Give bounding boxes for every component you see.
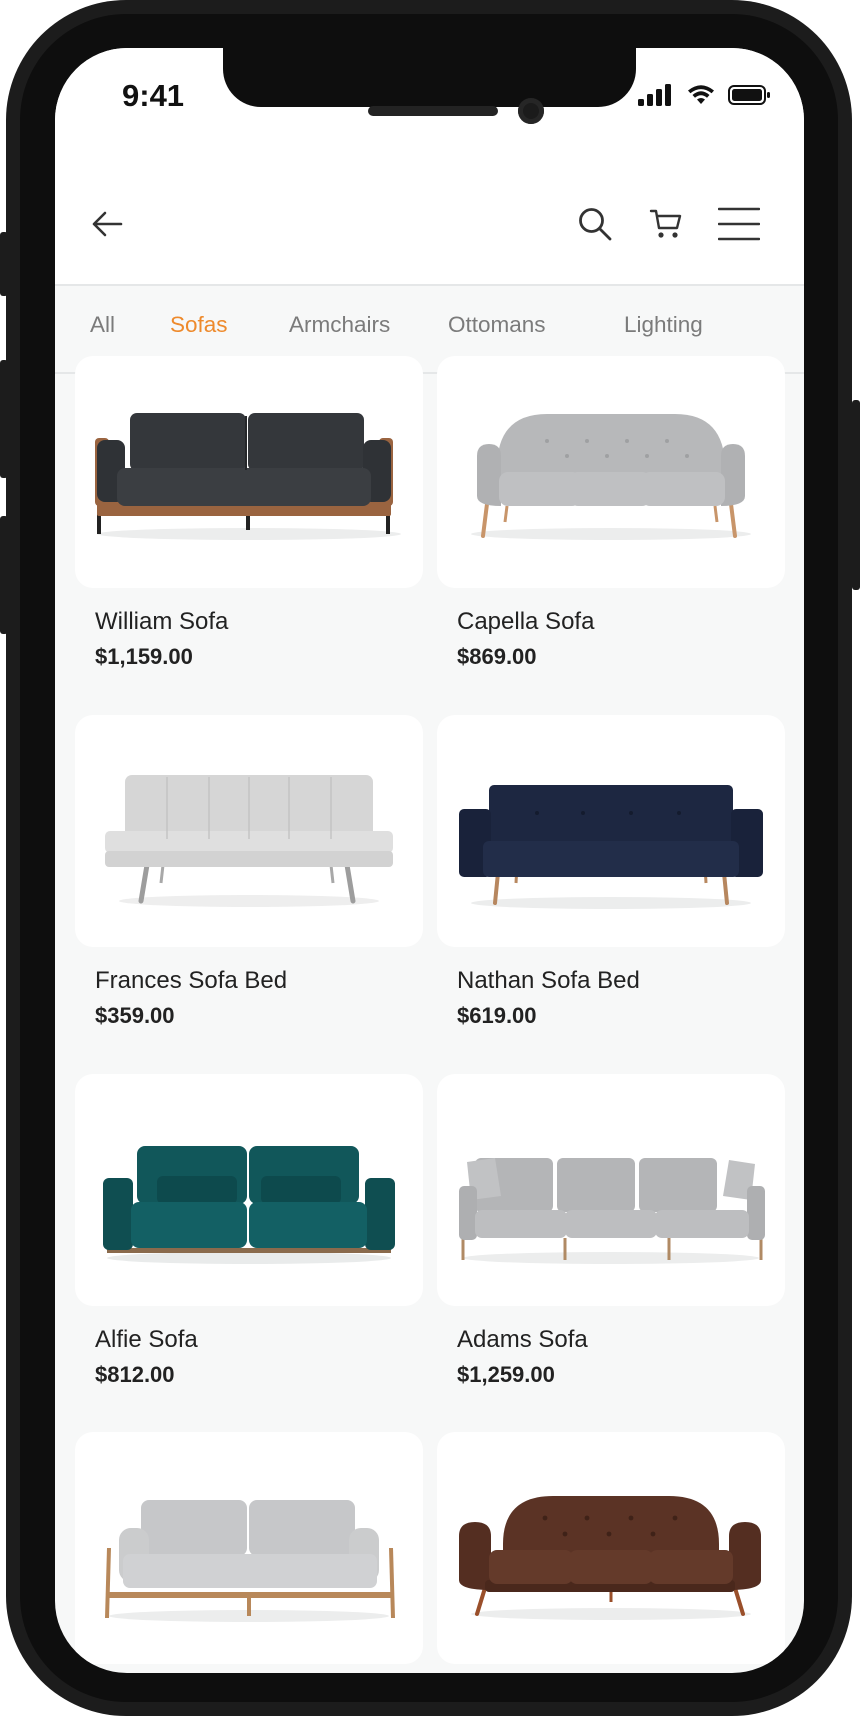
status-icons [638, 80, 770, 110]
battery-icon [728, 85, 770, 105]
status-time: 9:41 [122, 78, 185, 113]
product-card[interactable] [437, 1432, 785, 1673]
menu-button[interactable] [715, 200, 763, 248]
signal-icon [638, 84, 671, 106]
menu-icon [718, 207, 760, 241]
product-name[interactable]: Adams Sofa [457, 1326, 785, 1354]
search-button[interactable] [571, 200, 619, 248]
volume-up-button [0, 360, 8, 478]
product-card[interactable]: Adams Sofa $1,259.00 [437, 1074, 785, 1388]
product-image-white-sofa-bed[interactable] [75, 715, 423, 947]
tab-sofas[interactable]: Sofas [170, 312, 228, 338]
tab-all[interactable]: All [90, 312, 115, 338]
product-price: $619.00 [457, 1003, 537, 1028]
camera [518, 98, 544, 124]
tab-armchairs[interactable]: Armchairs [289, 312, 390, 338]
product-price: $812.00 [95, 1362, 175, 1387]
product-image-brown-leather-sofa[interactable] [437, 1432, 785, 1664]
mute-switch [0, 232, 8, 296]
cart-button[interactable] [642, 200, 690, 248]
product-card[interactable]: Nathan Sofa Bed $619.00 [437, 715, 785, 1029]
product-card[interactable]: Frances Sofa Bed $359.00 [75, 715, 423, 1029]
product-image-navy-sofa-bed[interactable] [437, 715, 785, 947]
speaker [368, 106, 498, 116]
power-button [852, 400, 860, 590]
product-name[interactable]: William Sofa [95, 608, 423, 636]
notch [223, 48, 636, 107]
product-image-teal-sofa[interactable] [75, 1074, 423, 1306]
product-image-charcoal-sofa[interactable] [75, 356, 423, 588]
product-name[interactable]: Alfie Sofa [95, 1326, 423, 1354]
product-card[interactable] [75, 1432, 423, 1673]
product-card[interactable]: William Sofa $1,159.00 [75, 356, 423, 670]
product-image-grey-three-seat-sofa[interactable] [437, 1074, 785, 1306]
arrow-left-icon [92, 211, 123, 237]
wifi-icon [688, 85, 714, 104]
product-price: $1,159.00 [95, 644, 193, 669]
product-price: $869.00 [457, 644, 537, 669]
product-card[interactable]: Alfie Sofa $812.00 [75, 1074, 423, 1388]
screen: 9:41 All Sofas Armchairs Ottomans Lighti… [55, 48, 804, 1673]
product-name[interactable]: Frances Sofa Bed [95, 967, 423, 995]
app-header [55, 168, 804, 286]
volume-down-button [0, 516, 8, 634]
back-button[interactable] [83, 200, 131, 248]
tab-ottomans[interactable]: Ottomans [448, 312, 546, 338]
cart-icon [649, 209, 682, 238]
product-price: $1,259.00 [457, 1362, 555, 1387]
search-icon [579, 208, 612, 241]
product-name[interactable]: Capella Sofa [457, 608, 785, 636]
product-price: $359.00 [95, 1003, 175, 1028]
product-image-light-grey-sofa[interactable] [437, 356, 785, 588]
product-image-grey-sofa-wood-frame[interactable] [75, 1432, 423, 1664]
product-card[interactable]: Capella Sofa $869.00 [437, 356, 785, 670]
tab-lighting[interactable]: Lighting [624, 312, 703, 338]
product-name[interactable]: Nathan Sofa Bed [457, 967, 785, 995]
